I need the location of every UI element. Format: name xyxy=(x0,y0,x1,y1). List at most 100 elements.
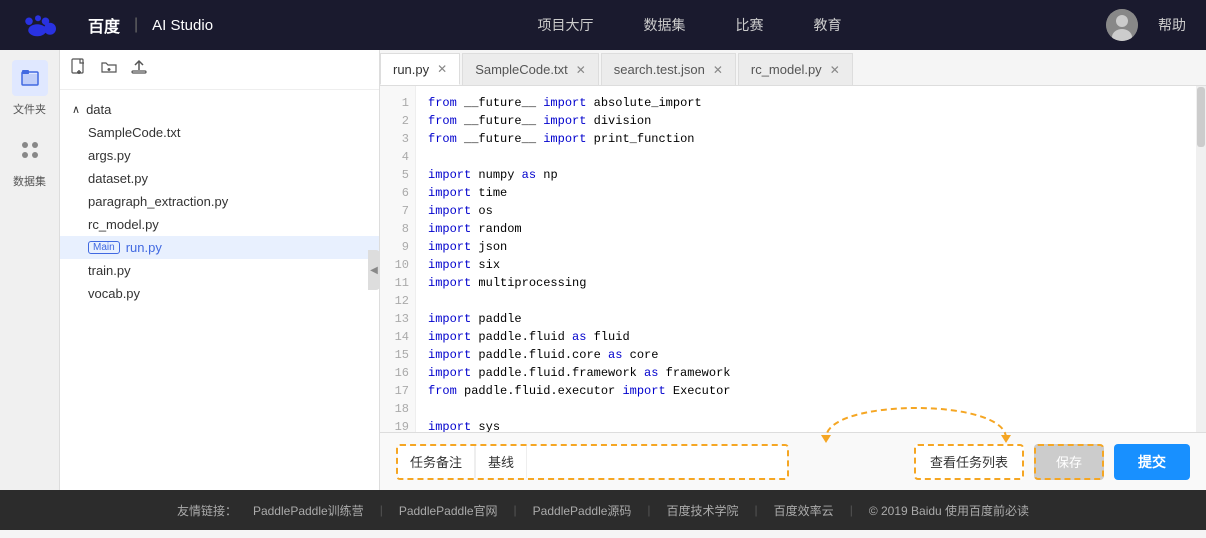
code-line: import json xyxy=(428,238,1194,256)
main-nav: 项目大厅 数据集 比赛 教育 xyxy=(273,15,1106,35)
footer-link-0[interactable]: PaddlePaddle训练营 xyxy=(253,502,364,519)
task-input-group: 任务备注 基线 xyxy=(396,444,789,480)
tab-samplecode[interactable]: SampleCode.txt ✕ xyxy=(462,53,599,85)
line-number: 13 xyxy=(380,310,415,328)
nav-projects[interactable]: 项目大厅 xyxy=(538,15,594,35)
tab-samplecode-close[interactable]: ✕ xyxy=(576,63,586,77)
line-numbers: 123456789101112131415161718192021222324 xyxy=(380,86,416,432)
view-tasks-button[interactable]: 查看任务列表 xyxy=(914,444,1024,480)
new-folder-icon[interactable] xyxy=(100,58,118,81)
file-args[interactable]: args.py xyxy=(60,144,379,167)
nav-datasets[interactable]: 数据集 xyxy=(644,15,686,35)
line-number: 19 xyxy=(380,418,415,432)
line-number: 16 xyxy=(380,364,415,382)
line-number: 4 xyxy=(380,148,415,166)
line-number: 9 xyxy=(380,238,415,256)
line-number: 10 xyxy=(380,256,415,274)
folder-data-label: data xyxy=(86,102,111,117)
code-line: import numpy as np xyxy=(428,166,1194,184)
tab-run-py-label: run.py xyxy=(393,62,429,77)
line-number: 11 xyxy=(380,274,415,292)
line-number: 6 xyxy=(380,184,415,202)
divider: | xyxy=(134,16,138,34)
file-toolbar xyxy=(60,50,379,90)
footer-link-3[interactable]: 百度技术学院 xyxy=(667,502,739,519)
footer: 友情链接： PaddlePaddle训练营 | PaddlePaddle官网 |… xyxy=(0,490,1206,530)
baidu-text: 百度 xyxy=(88,13,120,37)
code-line: import paddle.fluid as fluid xyxy=(428,328,1194,346)
upload-icon[interactable] xyxy=(130,58,148,81)
help-link[interactable]: 帮助 xyxy=(1158,15,1186,35)
footer-link-4[interactable]: 百度效率云 xyxy=(774,502,834,519)
code-line: import paddle xyxy=(428,310,1194,328)
line-number: 7 xyxy=(380,202,415,220)
logo: 百度 | AI Studio xyxy=(20,11,213,39)
scrollbar-thumb[interactable] xyxy=(1197,87,1205,147)
code-line: import paddle.fluid.framework as framewo… xyxy=(428,364,1194,382)
nav-competition[interactable]: 比赛 xyxy=(736,15,764,35)
action-bar: 任务备注 基线 查看任务列表 保存 提交 xyxy=(380,432,1206,490)
footer-copyright: © 2019 Baidu 使用百度前必读 xyxy=(869,502,1029,519)
tab-rc-model-close[interactable]: ✕ xyxy=(830,63,840,77)
code-line: import six xyxy=(428,256,1194,274)
file-run[interactable]: Main run.py xyxy=(60,236,379,259)
code-line: import random xyxy=(428,220,1194,238)
baseline-input[interactable] xyxy=(527,446,787,478)
file-samplecode[interactable]: SampleCode.txt xyxy=(60,121,379,144)
footer-link-1[interactable]: PaddlePaddle官网 xyxy=(399,502,498,519)
header-right: 帮助 xyxy=(1106,9,1186,41)
save-button[interactable]: 保存 xyxy=(1034,444,1104,480)
file-train[interactable]: train.py xyxy=(60,259,379,282)
line-number: 15 xyxy=(380,346,415,364)
code-content[interactable]: from __future__ import absolute_importfr… xyxy=(416,86,1206,432)
tab-run-py[interactable]: run.py ✕ xyxy=(380,53,460,85)
file-rcmodel[interactable]: rc_model.py xyxy=(60,213,379,236)
tab-run-py-close[interactable]: ✕ xyxy=(437,62,447,76)
file-vocab[interactable]: vocab.py xyxy=(60,282,379,305)
code-line: from __future__ import print_function xyxy=(428,130,1194,148)
folder-data[interactable]: ∧ data xyxy=(60,98,379,121)
sidebar-label-datasets: 数据集 xyxy=(13,173,46,189)
file-dataset[interactable]: dataset.py xyxy=(60,167,379,190)
scrollbar-vertical[interactable] xyxy=(1196,86,1206,432)
footer-prefix: 友情链接： xyxy=(177,502,237,519)
right-actions: 查看任务列表 保存 提交 xyxy=(914,444,1190,480)
code-editor[interactable]: 123456789101112131415161718192021222324 … xyxy=(380,86,1206,432)
code-line: import paddle.fluid.core as core xyxy=(428,346,1194,364)
sidebar-item-datasets[interactable] xyxy=(12,132,48,168)
line-number: 14 xyxy=(380,328,415,346)
new-file-icon[interactable] xyxy=(70,58,88,81)
editor-tabs: run.py ✕ SampleCode.txt ✕ search.test.js… xyxy=(380,50,1206,86)
line-number: 18 xyxy=(380,400,415,418)
main-container: 文件夹 数据集 xyxy=(0,50,1206,490)
tab-rc-model[interactable]: rc_model.py ✕ xyxy=(738,53,853,85)
line-number: 5 xyxy=(380,166,415,184)
sidebar-item-files[interactable] xyxy=(12,60,48,96)
file-tree: ∧ data SampleCode.txt args.py dataset.py… xyxy=(60,90,379,490)
avatar[interactable] xyxy=(1106,9,1138,41)
tab-search-json-label: search.test.json xyxy=(614,62,705,77)
editor-area: run.py ✕ SampleCode.txt ✕ search.test.js… xyxy=(380,50,1206,490)
tab-search-json[interactable]: search.test.json ✕ xyxy=(601,53,736,85)
code-line: from __future__ import absolute_import xyxy=(428,94,1194,112)
code-line: from __future__ import division xyxy=(428,112,1194,130)
code-line xyxy=(428,292,1194,310)
task-label: 任务备注 xyxy=(398,446,475,478)
line-number: 1 xyxy=(380,94,415,112)
line-number: 17 xyxy=(380,382,415,400)
code-line: import sys xyxy=(428,418,1194,432)
code-line: import multiprocessing xyxy=(428,274,1194,292)
tab-search-json-close[interactable]: ✕ xyxy=(713,63,723,77)
line-number: 12 xyxy=(380,292,415,310)
code-line: import os xyxy=(428,202,1194,220)
nav-education[interactable]: 教育 xyxy=(814,15,842,35)
tab-rc-model-label: rc_model.py xyxy=(751,62,822,77)
header: 百度 | AI Studio 项目大厅 数据集 比赛 教育 帮助 xyxy=(0,0,1206,50)
code-line xyxy=(428,400,1194,418)
file-paragraph[interactable]: paragraph_extraction.py xyxy=(60,190,379,213)
file-run-label: run.py xyxy=(126,240,162,255)
panel-collapse-arrow[interactable]: ◀ xyxy=(368,250,380,290)
file-panel: ∧ data SampleCode.txt args.py dataset.py… xyxy=(60,50,380,490)
footer-link-2[interactable]: PaddlePaddle源码 xyxy=(533,502,632,519)
submit-button[interactable]: 提交 xyxy=(1114,444,1190,480)
